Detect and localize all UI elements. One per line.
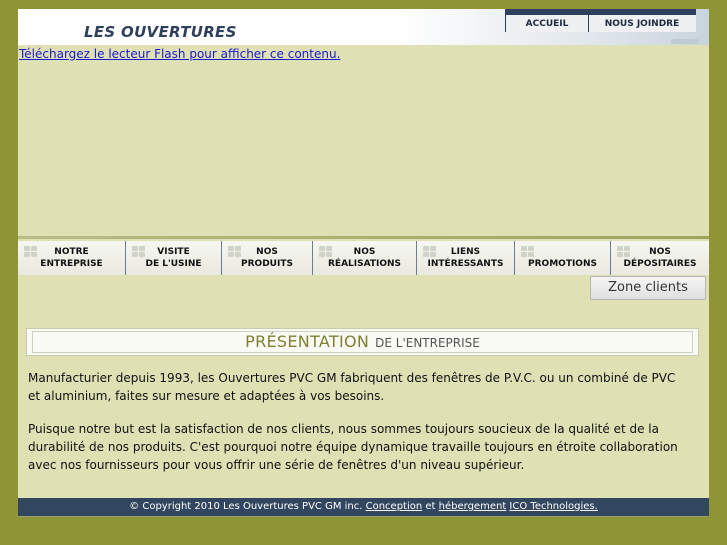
nav-label: PROMOTIONS [528,259,597,269]
nav-liens-interessants[interactable]: LIENS INTÉRESSANTS [417,241,515,275]
zone-clients-button[interactable]: Zone clients [590,276,706,300]
page-container: LES OUVERTURES ACCUEIL NOUS JOINDRE Télé… [18,9,709,517]
flash-area-divider [18,236,709,239]
content-paragraph-1: Manufacturier depuis 1993, les Ouverture… [28,371,676,403]
window-icon [24,246,39,259]
nav-accueil-link[interactable]: ACCUEIL [505,15,589,32]
nav-nos-realisations[interactable]: NOS RÉALISATIONS [313,241,417,275]
nav-visite-usine[interactable]: VISITE DE L'USINE [126,241,222,275]
nav-label: NOTRE ENTREPRISE [40,247,103,269]
nav-nos-depositaires[interactable]: NOS DÉPOSITAIRES [611,241,709,275]
footer-company-link[interactable]: ICO Technologies. [509,501,597,512]
section-header-inner: PRÉSENTATION DE L'ENTREPRISE [32,331,693,353]
footer-hebergement-link[interactable]: hébergement [439,501,507,512]
nav-promotions[interactable]: PROMOTIONS [515,241,611,275]
footer-et-text: et [425,501,436,512]
nav-nos-produits[interactable]: NOS PRODUITS [222,241,313,275]
flash-download-link[interactable]: Téléchargez le lecteur Flash pour affich… [19,47,340,61]
nav-notre-entreprise[interactable]: NOTRE ENTREPRISE [18,241,126,275]
nav-label: NOS DÉPOSITAIRES [623,247,697,269]
nav-label: VISITE DE L'USINE [145,247,202,269]
site-title: LES OUVERTURES [84,23,237,41]
content-paragraph-2: Puisque notre but est la satisfaction de… [28,422,678,472]
section-title: PRÉSENTATION [245,332,370,351]
section-header: PRÉSENTATION DE L'ENTREPRISE [26,328,699,356]
nav-nous-joindre-link[interactable]: NOUS JOINDRE [589,15,695,32]
nav-label: NOS RÉALISATIONS [327,247,402,269]
footer-conception-link[interactable]: Conception [366,501,423,512]
top-nav: ACCUEIL NOUS JOINDRE [505,9,696,32]
section-subtitle: DE L'ENTREPRISE [375,336,480,350]
site-header: LES OUVERTURES ACCUEIL NOUS JOINDRE [18,9,709,45]
main-nav: NOTRE ENTREPRISE VISITE DE L'USINE NOS P… [18,241,709,275]
footer-copyright: © Copyright 2010 Les Ouvertures PVC GM i… [129,501,363,512]
site-footer: © Copyright 2010 Les Ouvertures PVC GM i… [18,498,709,516]
nav-label: NOS PRODUITS [241,247,293,269]
nav-label: LIENS INTÉRESSANTS [427,247,504,269]
footer-divider [18,516,709,517]
header-decoration [671,39,699,44]
